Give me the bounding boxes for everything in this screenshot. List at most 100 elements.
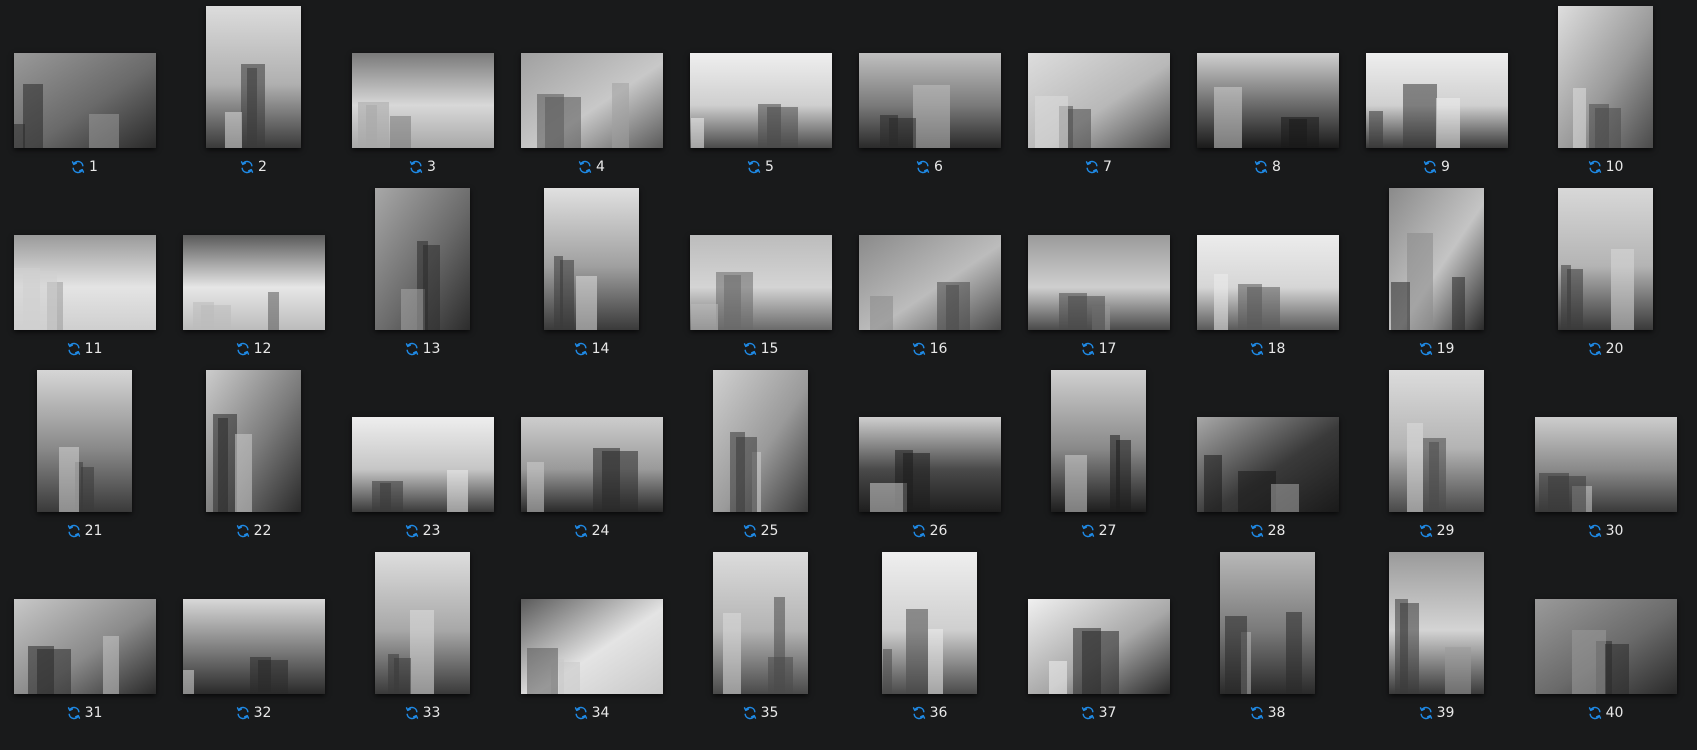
thumbnail-cell[interactable]: 36 (845, 546, 1014, 728)
photo-thumbnail[interactable] (351, 417, 494, 512)
photo-thumbnail[interactable] (1196, 417, 1339, 512)
thumbnail-cell[interactable]: 34 (507, 546, 676, 728)
photo-thumbnail[interactable] (1027, 599, 1170, 694)
thumbnail-cell[interactable]: 23 (338, 364, 507, 546)
photo-thumbnail[interactable] (858, 235, 1001, 330)
thumbnail-cell[interactable]: 19 (1352, 182, 1521, 364)
thumbnail-cell[interactable]: 40 (1521, 546, 1690, 728)
thumbnail-cell[interactable]: 30 (1521, 364, 1690, 546)
thumbnail-cell[interactable]: 6 (845, 0, 1014, 182)
photo-thumbnail[interactable] (520, 599, 663, 694)
thumbnail-cell[interactable]: 28 (1183, 364, 1352, 546)
thumbnail-number: 30 (1605, 523, 1624, 539)
photo-thumbnail[interactable] (13, 53, 156, 148)
thumbnail-cell[interactable]: 7 (1014, 0, 1183, 182)
thumbnail-frame (0, 546, 169, 694)
thumbnail-cell[interactable]: 13 (338, 182, 507, 364)
thumbnail-cell[interactable]: 26 (845, 364, 1014, 546)
thumbnail-number: 16 (929, 341, 948, 357)
photo-thumbnail[interactable] (520, 417, 663, 512)
thumbnail-cell[interactable]: 33 (338, 546, 507, 728)
sync-icon (71, 160, 85, 174)
sync-icon (1588, 342, 1602, 356)
thumbnail-cell[interactable]: 3 (338, 0, 507, 182)
photo-thumbnail[interactable] (882, 552, 977, 694)
thumbnail-cell[interactable]: 12 (169, 182, 338, 364)
photo-thumbnail[interactable] (1558, 6, 1653, 148)
photo-thumbnail[interactable] (375, 552, 470, 694)
thumbnail-number: 7 (1103, 159, 1112, 175)
photo-thumbnail[interactable] (1389, 552, 1484, 694)
thumbnail-number: 3 (427, 159, 436, 175)
thumbnail-cell[interactable]: 9 (1352, 0, 1521, 182)
thumbnail-frame (1183, 182, 1352, 330)
thumbnail-caption: 19 (1352, 339, 1521, 359)
thumbnail-cell[interactable]: 39 (1352, 546, 1521, 728)
sync-icon (236, 706, 250, 720)
thumbnail-number: 39 (1436, 705, 1455, 721)
photo-thumbnail[interactable] (713, 370, 808, 512)
sync-icon (574, 342, 588, 356)
thumbnail-cell[interactable]: 1 (0, 0, 169, 182)
thumbnail-cell[interactable]: 4 (507, 0, 676, 182)
thumbnail-cell[interactable]: 8 (1183, 0, 1352, 182)
thumbnail-caption: 8 (1183, 157, 1352, 177)
thumbnail-cell[interactable]: 20 (1521, 182, 1690, 364)
photo-thumbnail[interactable] (1534, 599, 1677, 694)
thumbnail-cell[interactable]: 37 (1014, 546, 1183, 728)
thumbnail-cell[interactable]: 25 (676, 364, 845, 546)
photo-thumbnail[interactable] (1196, 235, 1339, 330)
thumbnail-cell[interactable]: 18 (1183, 182, 1352, 364)
photo-thumbnail[interactable] (1027, 235, 1170, 330)
thumbnail-cell[interactable]: 15 (676, 182, 845, 364)
thumbnail-caption: 31 (0, 703, 169, 723)
photo-thumbnail[interactable] (182, 599, 325, 694)
photo-thumbnail[interactable] (1051, 370, 1146, 512)
thumbnail-number: 36 (929, 705, 948, 721)
photo-thumbnail[interactable] (858, 53, 1001, 148)
thumbnail-cell[interactable]: 31 (0, 546, 169, 728)
photo-thumbnail[interactable] (1558, 188, 1653, 330)
photo-thumbnail[interactable] (1389, 370, 1484, 512)
photo-thumbnail[interactable] (206, 6, 301, 148)
thumbnail-cell[interactable]: 38 (1183, 546, 1352, 728)
thumbnail-cell[interactable]: 24 (507, 364, 676, 546)
photo-thumbnail[interactable] (37, 370, 132, 512)
photo-thumbnail[interactable] (713, 552, 808, 694)
photo-thumbnail[interactable] (520, 53, 663, 148)
thumbnail-cell[interactable]: 27 (1014, 364, 1183, 546)
thumbnail-caption: 4 (507, 157, 676, 177)
photo-thumbnail[interactable] (351, 53, 494, 148)
photo-thumbnail[interactable] (689, 235, 832, 330)
photo-thumbnail[interactable] (13, 599, 156, 694)
thumbnail-cell[interactable]: 21 (0, 364, 169, 546)
thumbnail-cell[interactable]: 32 (169, 546, 338, 728)
photo-thumbnail[interactable] (858, 417, 1001, 512)
photo-thumbnail[interactable] (689, 53, 832, 148)
thumbnail-frame (0, 364, 169, 512)
thumbnail-cell[interactable]: 5 (676, 0, 845, 182)
photo-thumbnail[interactable] (1534, 417, 1677, 512)
photo-thumbnail[interactable] (1365, 53, 1508, 148)
thumbnail-cell[interactable]: 16 (845, 182, 1014, 364)
photo-thumbnail[interactable] (206, 370, 301, 512)
thumbnail-caption: 20 (1521, 339, 1690, 359)
thumbnail-number: 12 (253, 341, 272, 357)
photo-thumbnail[interactable] (1196, 53, 1339, 148)
photo-thumbnail[interactable] (1389, 188, 1484, 330)
photo-thumbnail[interactable] (182, 235, 325, 330)
photo-thumbnail[interactable] (544, 188, 639, 330)
photo-thumbnail[interactable] (13, 235, 156, 330)
thumbnail-cell[interactable]: 29 (1352, 364, 1521, 546)
thumbnail-cell[interactable]: 14 (507, 182, 676, 364)
thumbnail-cell[interactable]: 35 (676, 546, 845, 728)
thumbnail-cell[interactable]: 2 (169, 0, 338, 182)
thumbnail-cell[interactable]: 17 (1014, 182, 1183, 364)
thumbnail-number: 4 (596, 159, 605, 175)
photo-thumbnail[interactable] (375, 188, 470, 330)
photo-thumbnail[interactable] (1027, 53, 1170, 148)
thumbnail-cell[interactable]: 22 (169, 364, 338, 546)
thumbnail-cell[interactable]: 10 (1521, 0, 1690, 182)
photo-thumbnail[interactable] (1220, 552, 1315, 694)
thumbnail-cell[interactable]: 11 (0, 182, 169, 364)
